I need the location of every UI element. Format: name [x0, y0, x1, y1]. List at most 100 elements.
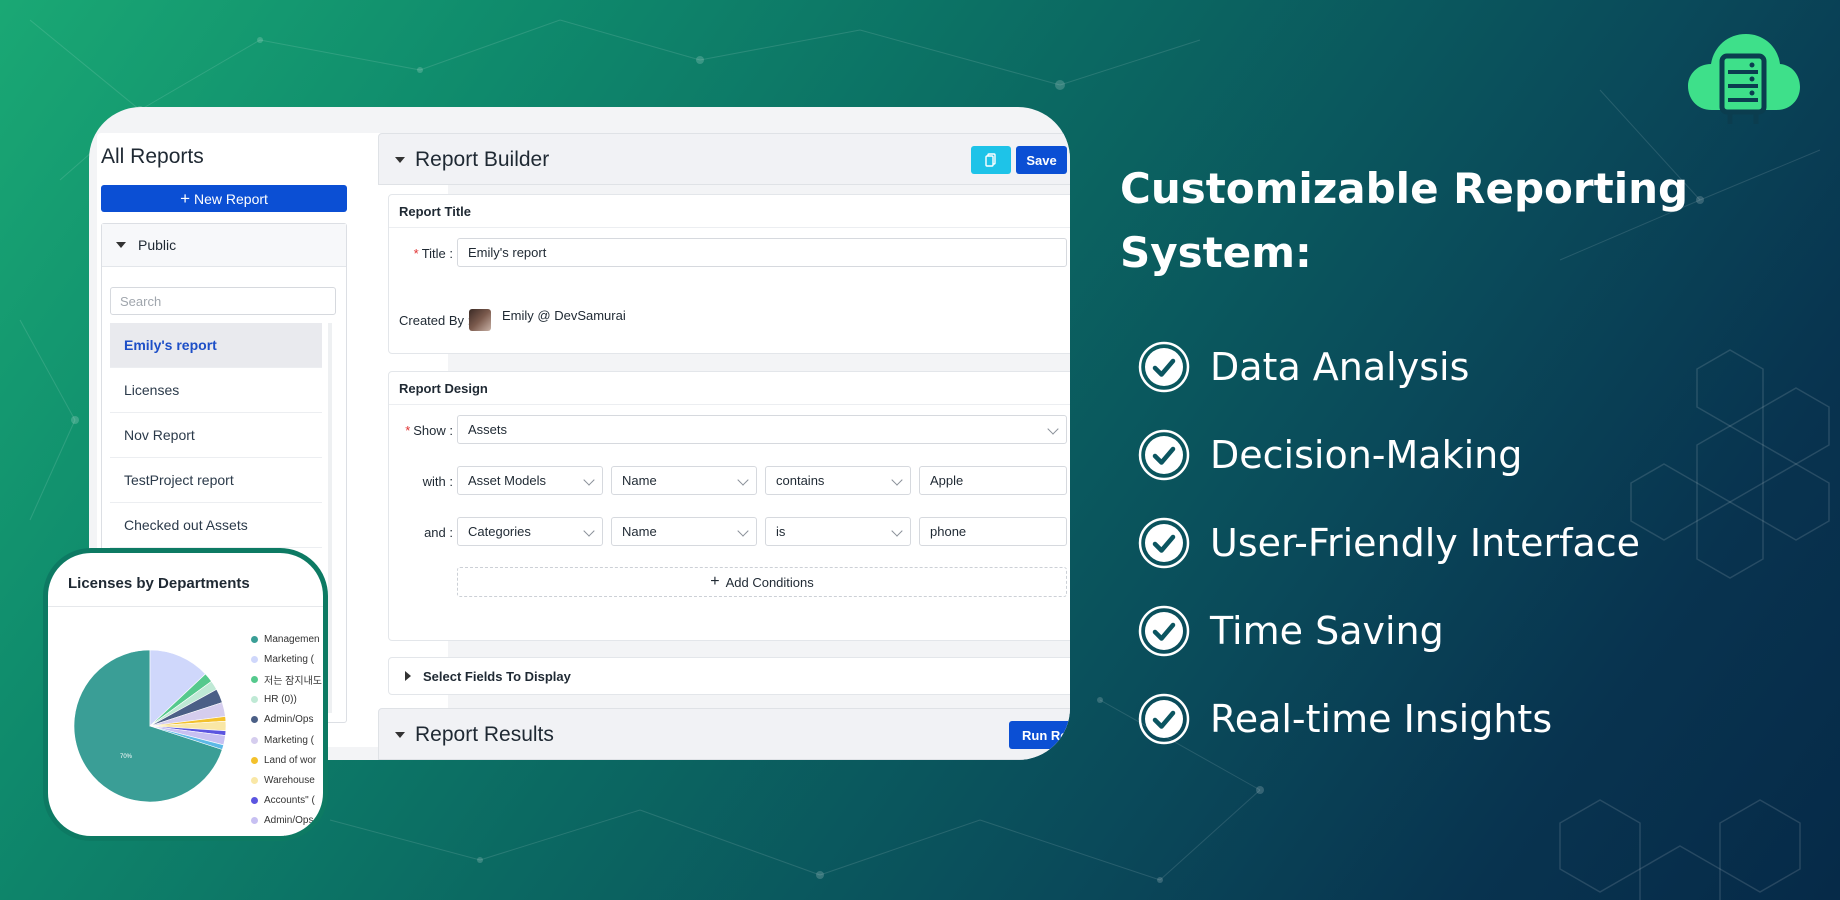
and-operator-select[interactable]: is	[765, 517, 911, 546]
report-design-section: Report Design * Show : Assets with : Asse…	[388, 371, 1070, 641]
report-item-testproject-report[interactable]: TestProject report	[110, 458, 322, 503]
with-operator-select[interactable]: contains	[765, 466, 911, 495]
feature-label: Real-time Insights	[1210, 697, 1553, 741]
licenses-pie-chart: 70%	[73, 649, 227, 803]
report-item-licenses[interactable]: Licenses	[110, 368, 322, 413]
report-title-section-heading: Report Title	[389, 195, 1070, 228]
report-builder-title: Report Builder	[415, 148, 550, 171]
feature-item: User-Friendly Interface	[1138, 499, 1640, 587]
collapse-caret-icon[interactable]	[395, 732, 405, 738]
title-field-label: * Title :	[413, 246, 453, 261]
legend-label: Marketing (	[264, 653, 315, 665]
chevron-down-icon	[891, 474, 903, 486]
created-by-label: Created By :	[399, 313, 472, 328]
legend-label: Admin/Ops	[264, 714, 314, 726]
add-conditions-label: Add Conditions	[725, 574, 814, 590]
add-conditions-button[interactable]: + Add Conditions	[457, 567, 1067, 597]
report-item-emilys-report[interactable]: Emily's report	[110, 323, 322, 368]
legend-swatch	[251, 696, 258, 704]
legend-swatch	[251, 675, 258, 683]
legend-item[interactable]: Accounts" (	[251, 791, 323, 811]
check-circle-icon	[1138, 605, 1190, 657]
legend-label: Warehouse	[264, 774, 315, 786]
cloud-server-logo-icon	[1688, 34, 1800, 124]
collapse-caret-icon[interactable]	[395, 157, 405, 163]
headline: Customizable Reporting System:	[1120, 157, 1740, 285]
legend-item[interactable]: Admin/Ops	[251, 710, 323, 730]
title-input[interactable]: Emily's report	[457, 238, 1067, 267]
search-input[interactable]	[110, 287, 336, 315]
chevron-down-icon	[737, 525, 749, 537]
chevron-down-icon	[1047, 423, 1059, 435]
legend-label: Marketing (	[264, 734, 315, 746]
legend-swatch	[251, 756, 258, 764]
avatar	[469, 309, 491, 331]
legend-swatch	[251, 797, 258, 805]
legend-swatch	[251, 776, 258, 784]
licenses-pie-card: Licenses by Departments 70% Managemen Mar…	[43, 548, 328, 841]
legend-item[interactable]: Land of wor	[251, 750, 323, 770]
show-select[interactable]: Assets	[457, 415, 1067, 444]
list-scrollbar[interactable]	[328, 323, 332, 713]
feature-item: Time Saving	[1138, 587, 1640, 675]
legend-item[interactable]: Managemen	[251, 629, 323, 649]
with-attribute-select[interactable]: Name	[611, 466, 757, 495]
legend-label: Accounts" (	[264, 795, 315, 807]
headline-line-2: System:	[1120, 228, 1312, 277]
and-attribute-select[interactable]: Name	[611, 517, 757, 546]
copy-icon	[985, 153, 996, 167]
legend-swatch	[251, 716, 258, 724]
legend-item[interactable]: Marketing (	[251, 649, 323, 669]
caret-down-icon	[116, 242, 126, 248]
divider	[48, 606, 323, 607]
created-by-value: Emily @ DevSamurai	[502, 308, 626, 323]
pie-slice-label: 70%	[120, 754, 133, 760]
all-reports-title: All Reports	[101, 145, 204, 168]
with-value-input[interactable]: Apple	[919, 466, 1067, 495]
and-field-select[interactable]: Categories	[457, 517, 603, 546]
legend-item[interactable]: Marketing (	[251, 730, 323, 750]
and-label: and :	[424, 525, 453, 540]
feature-label: Time Saving	[1210, 609, 1444, 653]
legend-swatch	[251, 837, 258, 841]
report-results-header: Report Results Run Re	[378, 708, 1070, 760]
report-item-checked-out-assets[interactable]: Checked out Assets	[110, 503, 322, 548]
with-label: with :	[422, 474, 453, 489]
new-report-label: New Report	[194, 190, 268, 207]
legend-swatch	[251, 817, 258, 825]
feature-item: Real-time Insights	[1138, 675, 1640, 763]
legend-label: Land of wor	[264, 754, 317, 766]
select-fields-section[interactable]: Select Fields To Display	[388, 657, 1070, 695]
report-title-section: Report Title * Title : Emily's report Cre…	[388, 194, 1070, 354]
legend-item[interactable]: Warehouse	[251, 770, 323, 790]
feature-item: Decision-Making	[1138, 411, 1640, 499]
legend-label: HR (0))	[264, 694, 297, 706]
check-circle-icon	[1138, 341, 1190, 393]
select-fields-label: Select Fields To Display	[423, 668, 571, 684]
run-report-button[interactable]: Run Re	[1009, 721, 1070, 749]
public-label: Public	[138, 237, 177, 253]
legend-item[interactable]: HR (0))	[251, 690, 323, 710]
show-field-label: * Show :	[405, 423, 453, 438]
and-value-input[interactable]: phone	[919, 517, 1067, 546]
new-report-button[interactable]: + New Report	[101, 185, 347, 212]
report-item-nov-report[interactable]: Nov Report	[110, 413, 322, 458]
legend-label: 저는 잠지내도	[264, 675, 322, 687]
with-field-select[interactable]: Asset Models	[457, 466, 603, 495]
save-button[interactable]: Save	[1016, 146, 1067, 174]
legend-label: Managemen	[264, 633, 320, 645]
caret-right-icon	[405, 671, 411, 681]
report-builder-panel: Report Builder Save Report Title * Title …	[378, 133, 1070, 760]
check-circle-icon	[1138, 429, 1190, 481]
legend-item[interactable]: Admin/Ops	[251, 811, 323, 831]
copy-button[interactable]	[971, 146, 1011, 174]
report-results-title: Report Results	[415, 723, 554, 746]
feature-label: Decision-Making	[1210, 433, 1523, 477]
legend-item[interactable]: 저는 잠지내도	[251, 669, 323, 689]
chevron-down-icon	[583, 474, 595, 486]
report-builder-header: Report Builder Save	[378, 133, 1070, 185]
chevron-down-icon	[583, 525, 595, 537]
public-group-header[interactable]: Public	[102, 224, 346, 267]
required-marker: *	[413, 246, 419, 261]
check-circle-icon	[1138, 517, 1190, 569]
